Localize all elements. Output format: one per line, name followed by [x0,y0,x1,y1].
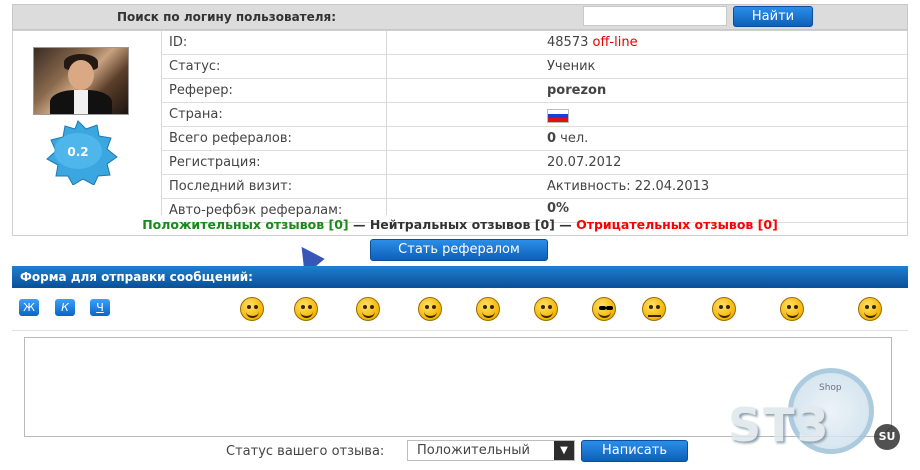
watermark-suffix: SU [874,424,900,450]
bold-button[interactable]: Ж [19,299,39,316]
label-referrals: Всего рефералов: [169,131,292,146]
label-last-visit: Последний визит: [169,179,293,194]
row-referer: Реферер: porezon [161,79,907,103]
reading-smiley-icon[interactable] [712,297,736,321]
reviews-separator: — [348,217,370,232]
referer-link[interactable]: porezon [547,83,606,98]
send-button[interactable]: Написать [581,440,688,462]
reviews-separator: — [554,217,577,232]
group-smiley-icon[interactable] [780,297,804,321]
row-status: Статус: Ученик [161,55,907,79]
neutral-reviews-link[interactable]: Нейтральных отзывов [0] [370,217,555,232]
user-id: 48573 [547,35,589,50]
row-last-visit: Последний визит: Активность: 22.04.2013 [161,175,907,199]
value-autorefback: 0% [547,201,570,216]
row-registration: Регистрация: 20.07.2012 [161,151,907,175]
info-table: ID: 48573 off-line Статус: Ученик Рефере… [161,31,907,223]
search-input[interactable] [583,6,727,26]
neutral-smiley-icon[interactable] [642,297,666,321]
label-status: Статус: [169,59,221,74]
underline-button[interactable]: Ч [90,299,110,316]
grin-smiley-icon[interactable] [476,297,500,321]
avatar-column: 0.2 [13,31,162,215]
laugh-smiley-icon[interactable] [240,297,264,321]
search-title: Поиск по логину пользователя: [117,10,337,24]
sunglasses-smiley-icon[interactable] [592,297,616,321]
message-form-header: Форма для отправки сообщений: [12,266,908,288]
negative-reviews-link[interactable]: Отрицательных отзывов [0] [576,217,778,232]
review-status-value: Положительный [417,443,530,458]
referrals-count: 0 [547,131,557,146]
form-divider [12,330,908,331]
watermark-badge: Shop [819,383,842,393]
tired-smiley-icon[interactable] [858,297,882,321]
value-status: Ученик [547,59,596,74]
value-referrals: 0 чел. [547,131,588,146]
value-country [547,107,569,127]
review-status-label: Статус вашего отзыва: [226,444,385,459]
row-referrals: Всего рефералов: 0 чел. [161,127,907,151]
value-last-visit: Активность: 22.04.2013 [547,179,710,194]
become-referral-button[interactable]: Стать рефералом [370,239,548,261]
reviews-summary: Положительных отзывов [0] — Нейтральных … [13,217,907,232]
row-country: Страна: [161,103,907,127]
row-id: ID: 48573 off-line [161,31,907,55]
value-id: 48573 off-line [547,35,638,50]
label-registration: Регистрация: [169,155,261,170]
rating-value: 0.2 [67,145,89,159]
positive-reviews-link[interactable]: Положительных отзывов [0] [142,217,348,232]
crazy-smiley-icon[interactable] [534,297,558,321]
cool-smiley-icon[interactable] [356,297,380,321]
flag-icon-ru [547,109,569,123]
italic-button[interactable]: К [55,299,75,316]
wink-smiley-icon[interactable] [418,297,442,321]
value-registration: 20.07.2012 [547,155,622,170]
profile-panel: 0.2 ID: 48573 off-line Статус: Ученик Ре… [12,30,908,236]
online-status: off-line [592,35,638,50]
search-bar: Поиск по логину пользователя: Найти [12,4,908,30]
label-country: Страна: [169,107,223,122]
smile-smiley-icon[interactable] [294,297,318,321]
rating-badge: 0.2 [37,119,119,186]
chevron-down-icon[interactable]: ▼ [554,441,574,460]
label-id: ID: [169,35,188,50]
referrals-unit: чел. [556,131,589,146]
search-button[interactable]: Найти [733,6,813,27]
site-watermark-logo: Shop ST3 SU [728,368,912,468]
label-autorefback: Авто-рефбэк рефералам: [169,203,343,218]
avatar [33,47,129,115]
label-referer: Реферер: [169,83,233,98]
review-status-select[interactable]: Положительный ▼ [407,440,575,461]
watermark-text: ST3 [728,398,831,452]
